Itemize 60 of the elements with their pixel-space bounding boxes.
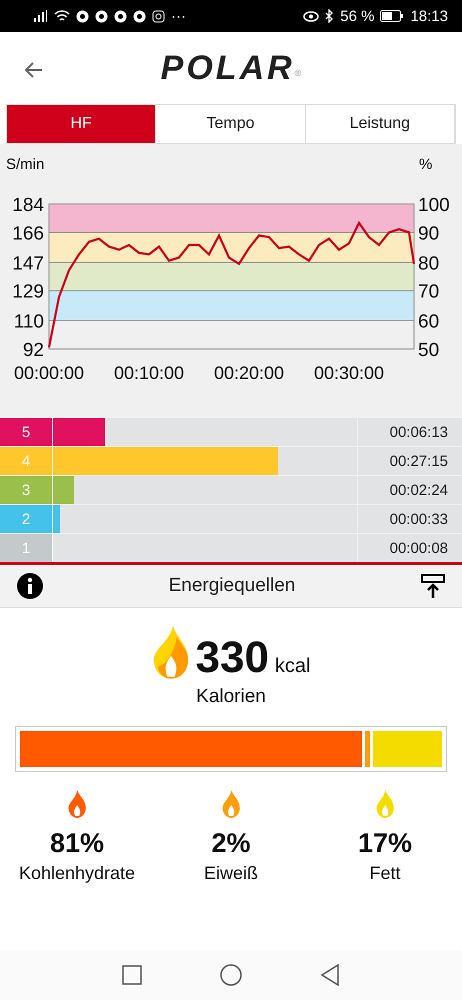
- energy-percent: 17%: [358, 828, 412, 859]
- flame-icon: [152, 624, 190, 680]
- recents-button[interactable]: [122, 965, 142, 985]
- y-tick-label: 90: [418, 223, 440, 244]
- upload-icon[interactable]: [420, 573, 446, 599]
- eye-icon: [303, 10, 320, 22]
- energy-label: Kohlenhydrate: [18, 863, 136, 884]
- more-notifications: ···: [171, 8, 186, 24]
- y-tick-label: 166: [12, 223, 44, 244]
- zone-time: 00:27:15: [358, 447, 462, 475]
- zone-time: 00:06:13: [358, 418, 462, 446]
- battery-icon: [380, 10, 404, 22]
- x-tick-label: 00:30:00: [314, 363, 384, 383]
- y-tick-label: 50: [418, 340, 440, 361]
- y-tick-label: 129: [12, 282, 44, 303]
- camera-icon: [152, 10, 165, 22]
- y-tick-label: 100: [418, 195, 450, 216]
- signal-icon: [34, 10, 48, 22]
- zone-number: 5: [0, 418, 53, 446]
- wifi-icon: [54, 10, 70, 22]
- tab[interactable]: HF: [7, 105, 156, 143]
- zone-number: 4: [0, 447, 53, 475]
- section-title: Energiequellen: [168, 575, 296, 597]
- x-tick-label: 00:00:00: [14, 363, 84, 383]
- brand-logo: POLAR: [160, 48, 295, 88]
- y-tick-label: 184: [12, 195, 44, 216]
- y-tick-label: 110: [14, 312, 44, 333]
- zone-time: 00:02:24: [358, 476, 462, 504]
- y-tick-label: 60: [418, 312, 440, 333]
- app-notification-icon: [95, 10, 108, 22]
- info-icon[interactable]: [16, 572, 44, 600]
- bluetooth-icon: [325, 9, 334, 23]
- zone-time: 00:00:08: [358, 534, 462, 562]
- app-notification-icon: [114, 10, 127, 22]
- y-tick-label: 147: [12, 253, 44, 274]
- registered-mark: ®: [294, 68, 302, 78]
- calories-unit: kcal: [274, 655, 310, 678]
- zone-time: 00:00:33: [358, 505, 462, 533]
- x-tick-label: 00:10:00: [114, 363, 184, 383]
- back-nav-button[interactable]: [320, 964, 340, 986]
- energy-label: Fett: [369, 863, 400, 884]
- y-tick-label: 70: [418, 282, 440, 303]
- zone-number: 1: [0, 534, 53, 562]
- energy-percent: 81%: [50, 828, 104, 859]
- energy-label: Eiweiß: [204, 863, 258, 884]
- clock: 18:13: [410, 8, 448, 24]
- axis-unit: %: [419, 156, 432, 173]
- battery-percentage: 56 %: [340, 8, 374, 24]
- zone-number: 2: [0, 505, 53, 533]
- y-tick-label: 80: [418, 253, 440, 274]
- app-notification-icon: [76, 10, 89, 22]
- axis-unit: S/min: [6, 156, 44, 173]
- energy-percent: 2%: [211, 828, 251, 859]
- home-button[interactable]: [220, 964, 242, 986]
- zone-number: 3: [0, 476, 53, 504]
- calories-label: Kalorien: [196, 686, 266, 708]
- app-notification-icon: [133, 10, 146, 22]
- y-tick-label: 92: [22, 340, 44, 361]
- calories-value: 330: [196, 636, 269, 680]
- x-tick-label: 00:20:00: [214, 363, 284, 383]
